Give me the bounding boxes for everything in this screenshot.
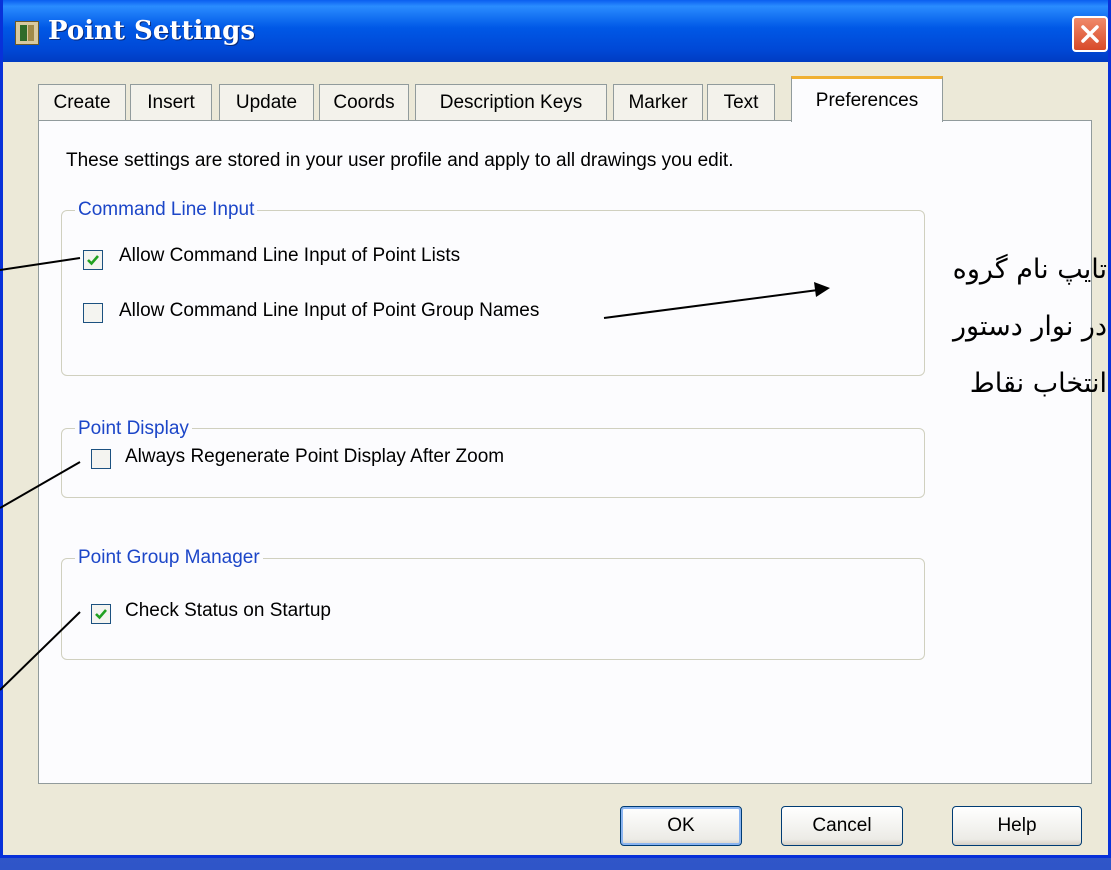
annotation-overlay — [0, 257, 830, 691]
pointer-line-point-lists — [0, 257, 81, 271]
pointer-arrow-group-names — [603, 289, 819, 319]
annotation-line-1: تایپ نام گروه — [952, 254, 1107, 285]
tab-preferences[interactable]: Preferences — [791, 76, 943, 122]
annotation-line-3: انتخاب نقاط — [969, 368, 1107, 399]
pointer-line-check-status — [0, 611, 81, 691]
annotation-line-2: در نوار دستور — [952, 311, 1107, 342]
arrowhead-icon — [814, 282, 830, 297]
pointer-line-regenerate — [0, 461, 81, 509]
tab-label: Preferences — [815, 89, 919, 111]
